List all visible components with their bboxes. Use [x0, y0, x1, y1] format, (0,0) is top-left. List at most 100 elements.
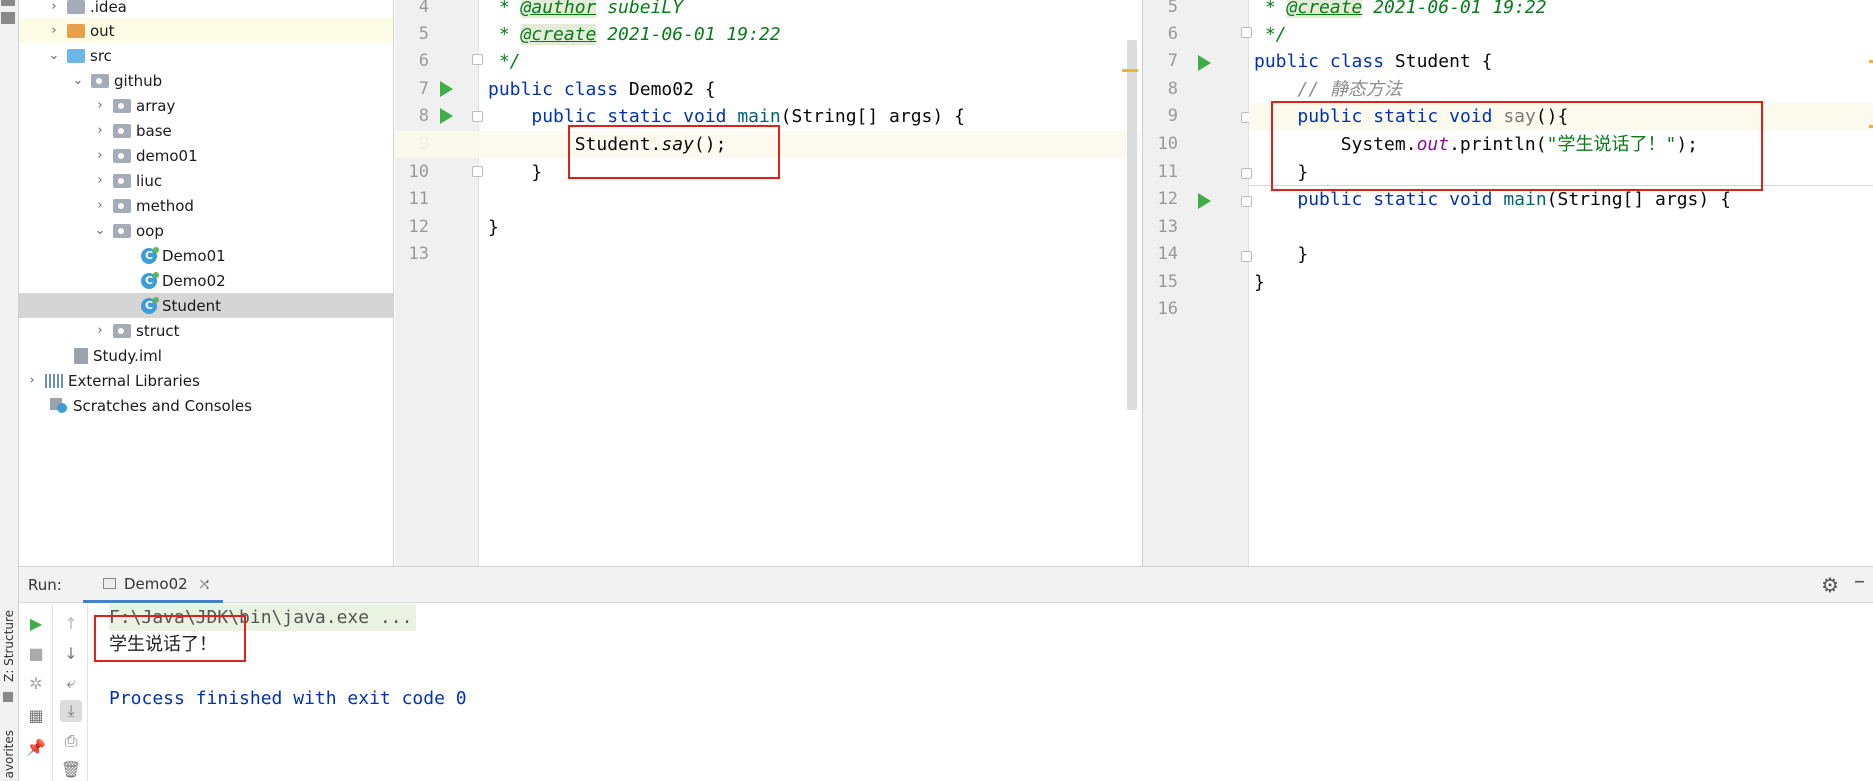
chevron-down-icon[interactable]: ⌄ — [93, 221, 107, 241]
run-class-icon[interactable] — [440, 81, 453, 97]
package-icon — [91, 73, 109, 88]
fold-icon[interactable] — [1241, 168, 1252, 179]
trash-icon[interactable]: 🗑 — [60, 758, 82, 780]
project-tool-icon[interactable] — [1, 12, 15, 24]
scroll-to-end-icon[interactable]: ⤓ — [60, 700, 82, 722]
tree-item-demo02-class[interactable]: C Demo02 — [19, 268, 393, 293]
tree-item-label: External Libraries — [68, 371, 200, 390]
tree-item-github[interactable]: ⌄ github — [19, 68, 393, 93]
editor-demo02[interactable]: 4 5 6 7 8 9 10 11 12 13 * @author subeiL… — [395, 0, 1140, 566]
java-class-icon: C — [141, 246, 159, 264]
code-line-5: * @create 2021-06-01 19:22 — [488, 24, 781, 45]
package-icon — [113, 98, 131, 113]
chevron-right-icon[interactable]: › — [25, 371, 39, 391]
soft-wrap-icon[interactable]: ⤶ — [60, 672, 82, 694]
tree-item-external-libraries[interactable]: › External Libraries — [19, 368, 393, 393]
more-tabs-icon[interactable]: : — [205, 575, 210, 593]
minimize-icon[interactable]: – — [1854, 569, 1865, 594]
chevron-down-icon[interactable]: ⌄ — [71, 71, 85, 91]
run-tab-label: Demo02 — [124, 574, 188, 593]
tree-item-demo01-class[interactable]: C Demo01 — [19, 243, 393, 268]
fold-icon[interactable] — [472, 54, 483, 65]
code-line-6: */ — [488, 51, 521, 72]
run-main-icon[interactable] — [440, 108, 453, 124]
folder-icon — [67, 0, 85, 14]
package-icon — [113, 123, 131, 138]
structure-tool-icon[interactable] — [3, 692, 13, 702]
editor-gutter: 5 6 7 8 9 10 11 12 13 14 15 16 — [1143, 0, 1252, 566]
tree-item-out[interactable]: › out — [19, 18, 393, 43]
chevron-right-icon[interactable]: › — [93, 196, 107, 216]
run-class-icon[interactable] — [1198, 55, 1211, 71]
line-number: 13 — [1157, 217, 1178, 237]
tree-item-method[interactable]: › method — [19, 193, 393, 218]
chevron-right-icon[interactable]: › — [47, 21, 61, 41]
fold-icon[interactable] — [1241, 196, 1252, 207]
line-number: 4 — [418, 0, 429, 17]
package-icon — [113, 323, 131, 338]
tree-item-student-class[interactable]: C Student — [19, 293, 393, 318]
editor-scrollbar[interactable] — [1127, 40, 1137, 410]
chevron-down-icon[interactable]: ⌄ — [47, 46, 61, 66]
line-number: 12 — [408, 217, 429, 237]
fold-icon[interactable] — [1241, 251, 1252, 262]
chevron-right-icon[interactable]: › — [93, 146, 107, 166]
scratches-icon — [50, 397, 68, 414]
structure-tool-tab[interactable]: Z: Structure — [1, 610, 17, 682]
chevron-right-icon[interactable]: › — [93, 321, 107, 341]
code-line-7: public class Demo02 { — [488, 79, 716, 100]
line-number: 11 — [408, 189, 429, 209]
console-exit-line: Process finished with exit code 0 — [109, 688, 467, 709]
tree-item-study-iml[interactable]: Study.iml — [19, 343, 393, 368]
run-tab-demo02[interactable]: Demo02 × — [83, 567, 223, 603]
arrow-down-icon[interactable]: ↓ — [60, 642, 82, 664]
line-number: 8 — [418, 106, 429, 126]
tree-item-struct[interactable]: › struct — [19, 318, 393, 343]
project-tool-tab[interactable] — [1, 0, 15, 6]
tree-item-base[interactable]: › base — [19, 118, 393, 143]
highlight-box-call — [568, 125, 780, 179]
tree-item-idea[interactable]: › .idea — [19, 0, 393, 19]
editor-student[interactable]: 5 6 7 8 9 10 11 12 13 14 15 16 * @create… — [1142, 0, 1873, 566]
chevron-right-icon[interactable]: › — [93, 171, 107, 191]
tree-item-label: .idea — [90, 0, 127, 16]
iml-file-icon — [74, 347, 88, 364]
tree-item-demo01[interactable]: › demo01 — [19, 143, 393, 168]
print-icon[interactable]: ⎙ — [60, 730, 82, 752]
console-tab-icon — [103, 578, 116, 589]
warning-marker[interactable] — [1869, 60, 1873, 63]
chevron-right-icon[interactable]: › — [93, 121, 107, 141]
line-number: 6 — [1167, 24, 1178, 44]
tree-item-array[interactable]: › array — [19, 93, 393, 118]
warning-marker[interactable] — [1122, 69, 1138, 72]
line-number: 9 — [1167, 106, 1178, 126]
line-number: 8 — [1167, 79, 1178, 99]
fold-icon[interactable] — [472, 111, 483, 122]
arrow-up-icon[interactable]: ↑ — [60, 612, 82, 634]
fold-icon[interactable] — [1241, 27, 1252, 38]
code-line-4: * @author subeiLY — [488, 0, 683, 21]
highlight-box-output — [94, 615, 246, 662]
stop-icon[interactable]: ■ — [25, 642, 47, 664]
chevron-right-icon[interactable]: › — [93, 96, 107, 116]
pin-icon[interactable]: 📌 — [25, 736, 47, 758]
run-label: Run: — [28, 576, 62, 594]
debug-icon[interactable]: ✲ — [25, 672, 47, 694]
gear-icon[interactable]: ⚙ — [1821, 573, 1839, 597]
tree-item-label: demo01 — [136, 146, 198, 165]
warning-marker[interactable] — [1869, 125, 1873, 128]
editor-gutter: 4 5 6 7 8 9 10 11 12 13 — [395, 0, 483, 566]
fold-icon[interactable] — [472, 166, 483, 177]
layout-icon[interactable]: ▦ — [25, 704, 47, 726]
favorites-tool-tab[interactable]: avorites — [1, 730, 17, 778]
tree-item-liuc[interactable]: › liuc — [19, 168, 393, 193]
line-number: 13 — [408, 244, 429, 264]
run-main-icon[interactable] — [1198, 193, 1211, 209]
tree-item-oop[interactable]: ⌄ oop — [19, 218, 393, 243]
tree-item-src[interactable]: ⌄ src — [19, 43, 393, 68]
line-number: 7 — [1167, 51, 1178, 71]
code-line-5: * @create 2021-06-01 19:22 — [1254, 0, 1547, 21]
rerun-icon[interactable]: ▶ — [25, 612, 47, 634]
tree-item-scratches[interactable]: Scratches and Consoles — [19, 393, 393, 418]
chevron-right-icon[interactable]: › — [47, 0, 61, 17]
